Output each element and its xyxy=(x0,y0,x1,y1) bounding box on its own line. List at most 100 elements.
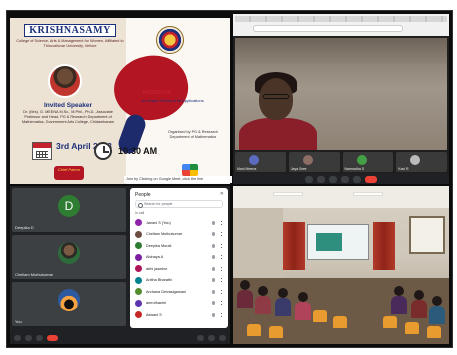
list-item[interactable]: Anitha Bharathi xyxy=(135,275,225,287)
participants-screenshot: D Deepika D Chellam Muthukumar You Peopl… xyxy=(10,186,230,344)
more-options-icon[interactable] xyxy=(221,255,222,260)
avatar xyxy=(135,230,142,238)
person-name: amruthashri xyxy=(146,301,167,306)
chair xyxy=(269,326,283,338)
glasses-icon xyxy=(263,94,289,99)
person-name: Chellam Muthukumar xyxy=(146,232,183,237)
mic-icon[interactable] xyxy=(305,175,313,183)
participant-tile[interactable]: Mani Meena xyxy=(235,152,286,172)
mic-icon[interactable] xyxy=(14,335,21,341)
browser-tabs[interactable] xyxy=(235,16,447,22)
mic-icon xyxy=(212,220,215,225)
organised-by: Organised by PG & Research Department of… xyxy=(167,130,219,139)
more-options-icon[interactable] xyxy=(221,289,222,294)
video-call-screenshot: Mani Meena Jaya Sree Narmadha S Kavi R xyxy=(233,14,449,184)
audience-member xyxy=(295,302,311,320)
end-call-button[interactable] xyxy=(365,175,377,183)
list-item[interactable]: Archana Deivasigamani xyxy=(135,286,225,298)
chat-icon[interactable] xyxy=(219,335,226,341)
more-options-icon[interactable] xyxy=(221,266,222,271)
seminar-hall-photo xyxy=(233,186,449,344)
speaker-photo xyxy=(48,64,82,98)
mic-icon xyxy=(212,266,215,271)
audience-member xyxy=(258,286,268,296)
participant-tile[interactable]: Kavi R xyxy=(396,152,447,172)
list-item[interactable]: Deepika Murali xyxy=(135,240,225,252)
audience-member xyxy=(298,292,308,302)
webinar-title: WEBINAR xyxy=(142,90,172,96)
person-name: Deepika Murali xyxy=(146,243,172,248)
participant-name: Chellam Muthukumar xyxy=(15,272,54,277)
participant-tile[interactable]: Narmadha S xyxy=(342,152,394,172)
participant-tile[interactable]: You xyxy=(12,282,126,326)
window xyxy=(409,216,445,254)
meet-join-note: Join by Clicking on Google Meet, click t… xyxy=(124,176,232,183)
more-options-icon[interactable] xyxy=(221,312,222,317)
audience-member xyxy=(275,298,291,316)
chair xyxy=(383,316,397,328)
list-item[interactable]: Chellam Muthukumar xyxy=(135,229,225,241)
people-panel: People ✕ Search for people In call Janan… xyxy=(130,188,228,328)
chair xyxy=(313,310,327,322)
people-search-input[interactable]: Search for people xyxy=(135,200,223,208)
mic-icon xyxy=(212,255,215,260)
list-item[interactable]: abhi jasmine xyxy=(135,263,225,275)
camera-icon[interactable] xyxy=(25,335,32,341)
chair xyxy=(405,322,419,334)
participant-tiles: Mani Meena Jaya Sree Narmadha S Kavi R xyxy=(235,152,447,172)
more-options-icon[interactable] xyxy=(221,243,222,248)
more-options-icon[interactable] xyxy=(221,301,222,306)
participant-grid: D Deepika D Chellam Muthukumar You xyxy=(12,188,126,328)
address-bar[interactable] xyxy=(253,25,403,32)
projected-slide xyxy=(316,233,342,251)
audience-member xyxy=(411,300,427,318)
chair xyxy=(247,324,261,336)
speaker-video xyxy=(235,38,447,150)
event-time: 10:30 AM xyxy=(118,146,158,156)
mic-icon xyxy=(212,278,215,283)
participant-name: Narmadha S xyxy=(344,167,365,171)
audience-member xyxy=(429,306,445,324)
list-item[interactable]: Abinaya A xyxy=(135,252,225,264)
person-name: abhi jasmine xyxy=(146,266,168,271)
browser-topbar xyxy=(233,14,449,36)
right-controls xyxy=(197,335,226,341)
more-options-icon[interactable] xyxy=(221,232,222,237)
college-name: KRISHNASAMY xyxy=(24,24,116,37)
people-panel-title: People xyxy=(135,192,151,198)
participant-tile[interactable]: Jaya Sree xyxy=(288,152,340,172)
participant-name: Deepika D xyxy=(15,225,34,230)
avatar xyxy=(58,289,80,311)
people-icon[interactable] xyxy=(208,335,215,341)
participant-tile[interactable]: D Deepika D xyxy=(12,188,126,232)
avatar: D xyxy=(58,195,80,217)
speaker-body xyxy=(239,118,317,150)
more-options-icon[interactable] xyxy=(353,175,361,183)
close-icon[interactable]: ✕ xyxy=(220,191,224,197)
more-options-icon[interactable] xyxy=(221,278,222,283)
avatar xyxy=(135,253,142,261)
more-options-icon[interactable] xyxy=(221,220,222,225)
mic-icon xyxy=(212,312,215,317)
avatar xyxy=(135,311,142,319)
chief-patron-badge: Chief Patron xyxy=(54,166,84,180)
list-item[interactable]: amruthashri xyxy=(135,298,225,310)
list-item[interactable]: Aswani S xyxy=(135,309,225,321)
college-subtitle: College of Science, Arts & Management fo… xyxy=(16,39,124,48)
chair xyxy=(333,316,347,328)
audience-member xyxy=(240,280,250,290)
avatar xyxy=(249,155,259,165)
participant-tile[interactable]: Chellam Muthukumar xyxy=(12,235,126,279)
chair xyxy=(427,326,441,338)
end-call-button[interactable] xyxy=(47,335,58,341)
audience-member xyxy=(278,288,288,298)
present-icon[interactable] xyxy=(36,335,43,341)
captions-icon[interactable] xyxy=(329,175,337,183)
person-name: Janani S (You) xyxy=(146,220,171,225)
list-item[interactable]: Janani S (You) xyxy=(135,217,225,229)
info-icon[interactable] xyxy=(197,335,204,341)
avatar xyxy=(58,242,80,264)
audience-member xyxy=(414,290,424,300)
camera-icon[interactable] xyxy=(317,175,325,183)
present-icon[interactable] xyxy=(341,175,349,183)
